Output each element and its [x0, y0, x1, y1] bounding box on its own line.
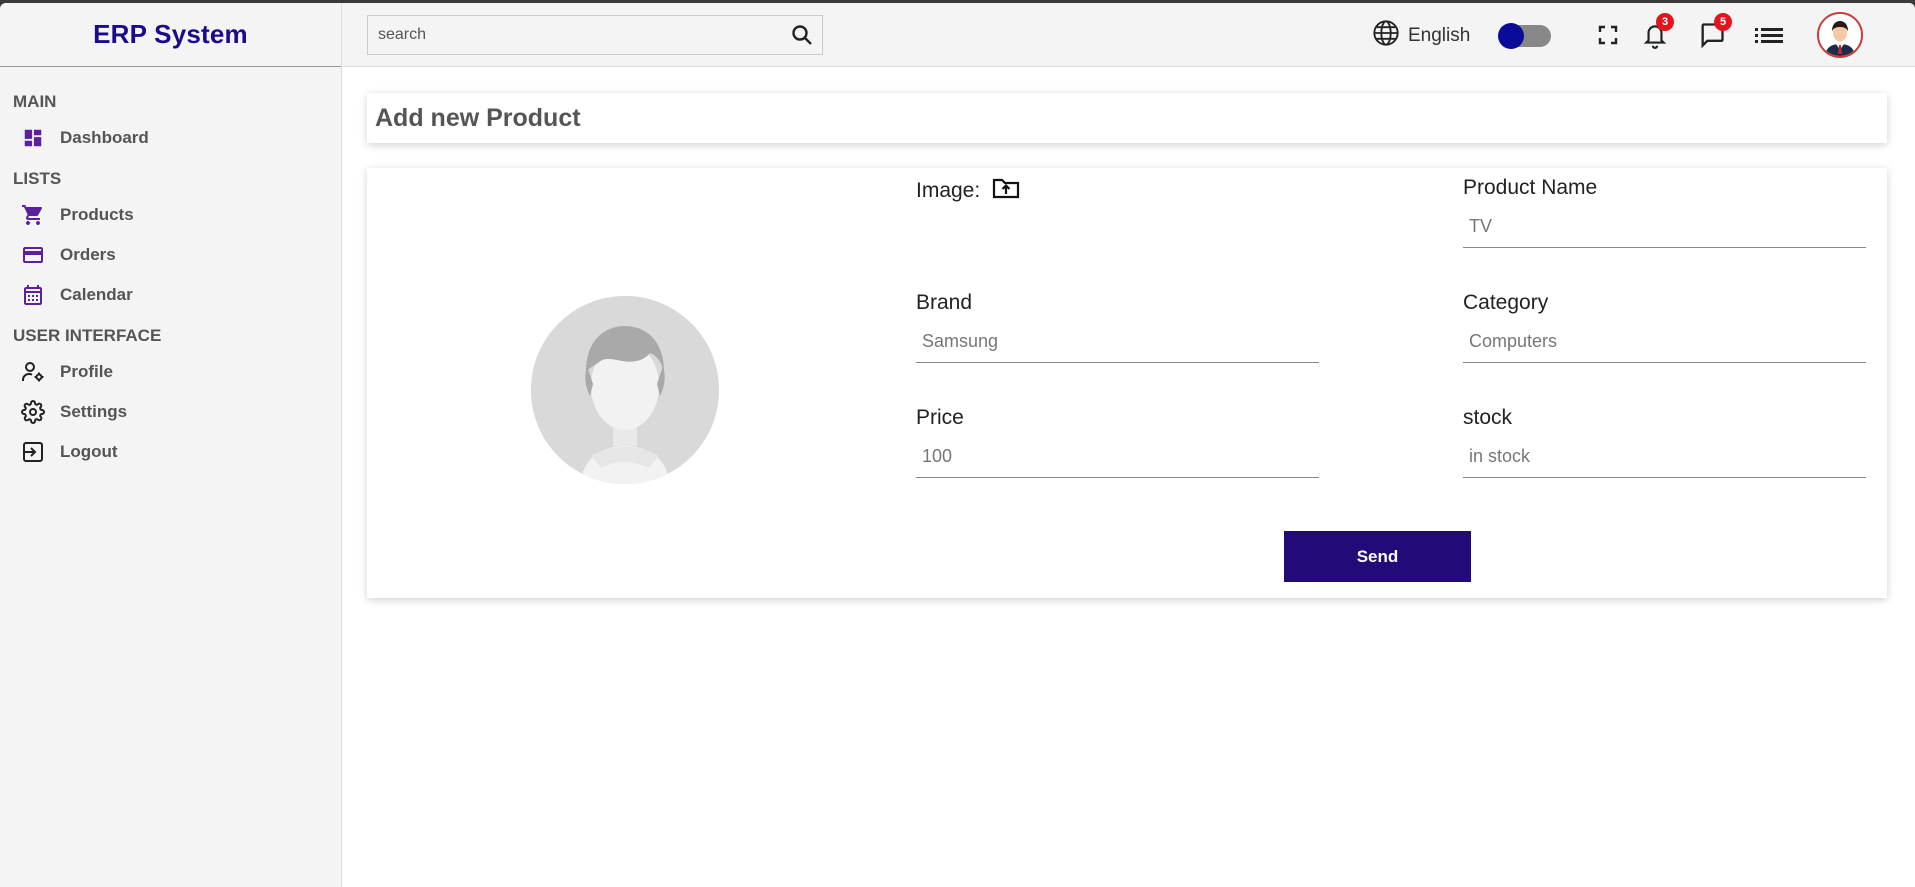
- stock-input[interactable]: [1463, 440, 1866, 478]
- main-content: Add new Product Image: Product Name TV B…: [342, 67, 1915, 887]
- sidebar-item-calendar[interactable]: Calendar: [0, 275, 341, 315]
- folder-upload-icon[interactable]: [992, 176, 1020, 205]
- calendar-icon: [20, 282, 46, 308]
- gear-icon: [20, 399, 46, 425]
- sidebar-item-label: Logout: [60, 442, 118, 461]
- app-title[interactable]: ERP System: [93, 19, 248, 50]
- fullscreen-icon[interactable]: [1596, 23, 1620, 47]
- app-window: ERP System MAIN Dashboard LISTS Products…: [0, 3, 1915, 887]
- product-name-field: Product Name: [1463, 176, 1866, 248]
- dark-mode-toggle[interactable]: [1498, 23, 1551, 49]
- product-name-label: Product Name: [1463, 176, 1598, 199]
- search-icon[interactable]: [782, 16, 822, 54]
- cart-icon: [20, 202, 46, 228]
- product-name-input[interactable]: [1463, 210, 1866, 248]
- brand-field: Brand: [916, 291, 1319, 363]
- search-input[interactable]: [368, 26, 782, 44]
- language-selector[interactable]: English: [1372, 19, 1470, 52]
- stock-label: stock: [1463, 406, 1513, 429]
- logout-icon: [20, 439, 46, 465]
- sidebar-item-profile[interactable]: Profile: [0, 352, 341, 392]
- search-box: [367, 15, 823, 55]
- user-avatar[interactable]: [1817, 12, 1863, 58]
- sidebar-item-settings[interactable]: Settings: [0, 392, 341, 432]
- toggle-knob: [1498, 23, 1524, 49]
- image-upload-field: Image:: [916, 176, 1020, 205]
- language-label: English: [1408, 24, 1471, 46]
- sidebar-item-dashboard[interactable]: Dashboard: [0, 118, 341, 158]
- messages-button[interactable]: 5: [1698, 13, 1732, 54]
- profile-settings-icon: [20, 359, 46, 385]
- send-button[interactable]: Send: [1284, 531, 1471, 582]
- price-label: Price: [916, 406, 964, 429]
- sidebar-item-label: Profile: [60, 362, 113, 381]
- topbar: English 3 5: [342, 3, 1915, 67]
- messages-badge: 5: [1714, 13, 1732, 31]
- price-field: Price: [916, 406, 1319, 478]
- brand-input[interactable]: [916, 325, 1319, 363]
- category-label: Category: [1463, 291, 1549, 314]
- product-form: Image: Product Name Brand Category Price: [367, 168, 1887, 598]
- notifications-badge: 3: [1656, 13, 1674, 31]
- category-field: Category: [1463, 291, 1866, 363]
- sidebar-item-label: Dashboard: [60, 128, 149, 147]
- sidebar-item-orders[interactable]: Orders: [0, 235, 341, 275]
- logo[interactable]: ERP System: [0, 3, 341, 67]
- credit-card-icon: [20, 242, 46, 268]
- sidebar-item-logout[interactable]: Logout: [0, 432, 341, 472]
- sidebar-item-label: Orders: [60, 245, 116, 264]
- sidebar-item-label: Products: [60, 205, 134, 224]
- image-label: Image:: [916, 178, 981, 202]
- product-image-preview: [531, 296, 719, 484]
- sidebar-item-products[interactable]: Products: [0, 195, 341, 235]
- section-title-main: MAIN: [13, 92, 57, 111]
- page-title: Add new Product: [375, 103, 581, 132]
- list-icon[interactable]: [1755, 23, 1783, 47]
- sidebar-item-label: Calendar: [60, 285, 133, 304]
- section-title-lists: LISTS: [13, 169, 62, 188]
- brand-label: Brand: [916, 291, 973, 314]
- price-input[interactable]: [916, 440, 1319, 478]
- sidebar: ERP System MAIN Dashboard LISTS Products…: [0, 3, 342, 887]
- stock-field: stock: [1463, 406, 1866, 478]
- dashboard-icon: [20, 125, 46, 151]
- sidebar-item-label: Settings: [60, 402, 128, 421]
- category-input[interactable]: [1463, 325, 1866, 363]
- globe-icon: [1372, 19, 1400, 52]
- section-title-user-interface: USER INTERFACE: [13, 326, 162, 345]
- page-header: Add new Product: [367, 93, 1887, 143]
- notifications-button[interactable]: 3: [1642, 13, 1674, 54]
